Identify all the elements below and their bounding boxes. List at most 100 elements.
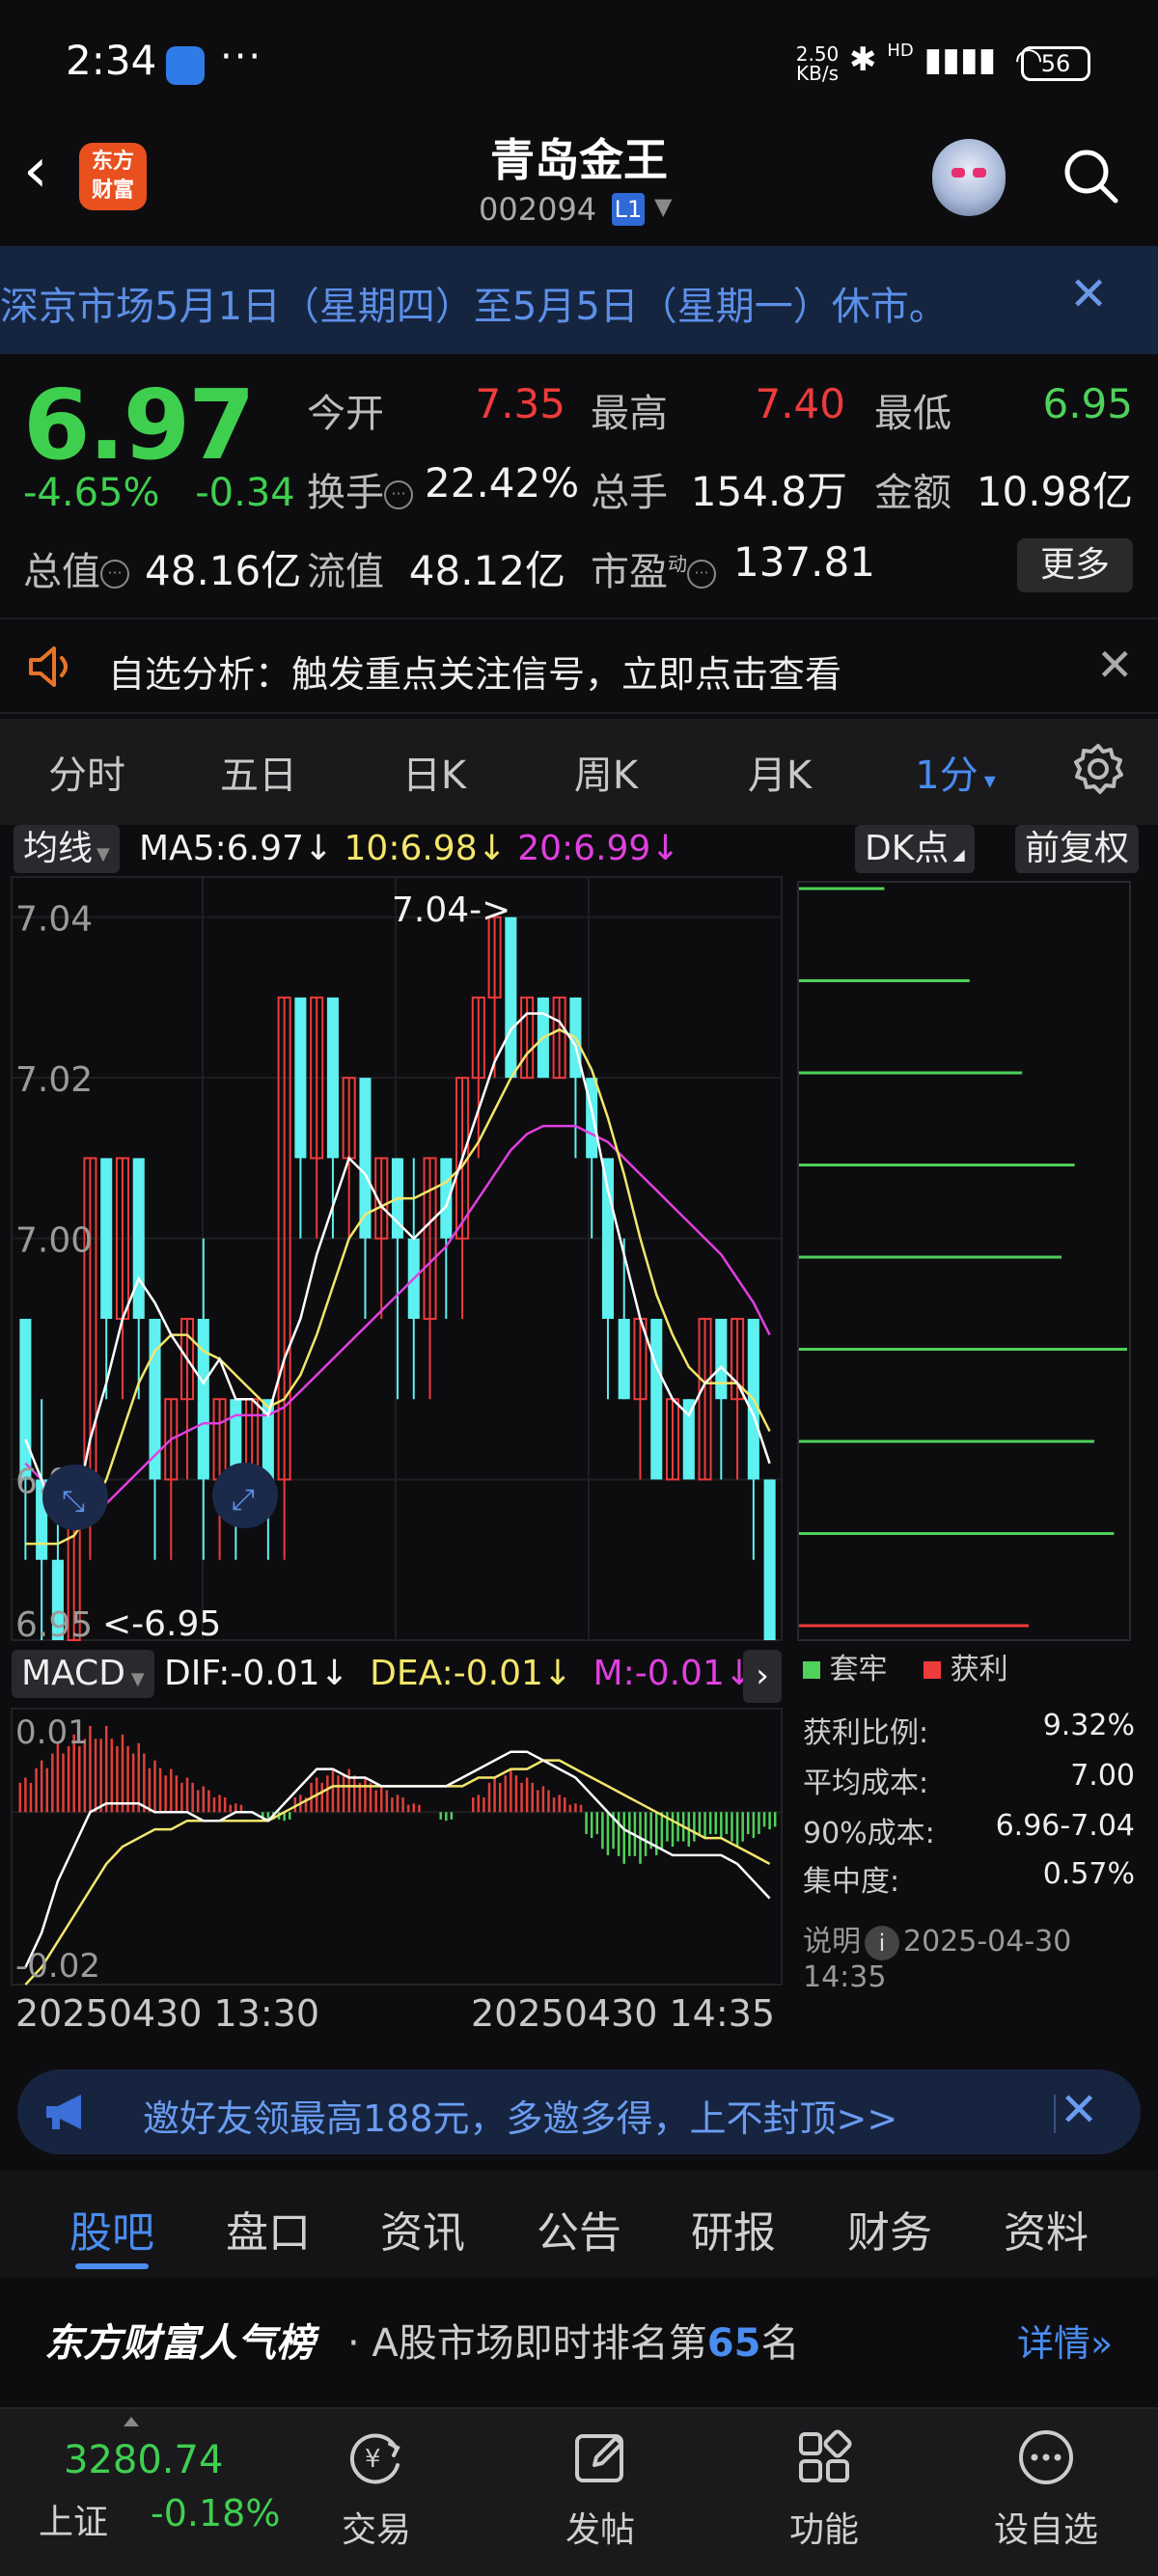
candle [650,1318,663,1480]
ma5-value: MA5:6.97↓ [139,829,334,868]
dif-line [24,1750,771,1968]
turnover-label-text: 换手 [307,471,384,515]
kline-candles [19,916,776,1642]
tab-order-book[interactable]: 盘口 [201,2198,336,2260]
more-button[interactable]: 更多 [1017,538,1133,592]
macd-chart[interactable]: 0.01 -0.02 [0,1703,791,1992]
tab-forum[interactable]: 股吧 [44,2198,179,2260]
kline-chart[interactable]: 7.047.027.006.976.957.04-><-6.95 ⤡ ⤢ [0,873,791,1645]
watchlist-analysis-bar[interactable]: 自选分析：触发重点关注信号，立即点击查看 ✕ [0,617,1158,714]
tab-profile[interactable]: 资料 [979,2198,1114,2260]
info-icon[interactable]: i [865,1926,899,1960]
level-badge[interactable]: L1 [612,193,645,226]
invite-banner[interactable]: 邀好友领最高188元，多邀多得，上不封顶>> ✕ [17,2069,1141,2154]
close-icon[interactable]: ✕ [1096,639,1134,691]
rank-prefix: · A股市场即时排名第 [347,2321,707,2366]
open-label: 今开 [307,392,384,436]
nav-trade[interactable]: ¥ 交易 [309,2426,444,2552]
expand-index-icon[interactable] [124,2417,139,2426]
tab-financials[interactable]: 财务 [822,2198,957,2260]
tab-monthly-k[interactable]: 月K [712,744,847,800]
gear-icon[interactable] [1071,742,1125,796]
turnover-label: 换手 ··· [307,461,413,517]
popularity-rank[interactable]: 东方财富人气榜 · A股市场即时排名第65名 详情» [0,2277,1158,2393]
bluetooth-icon: ✱ [849,41,877,79]
market-cap-value: 48.16亿 [145,547,302,594]
info-icon[interactable]: ··· [687,560,716,589]
candle [665,1398,680,1481]
dk-point-label: DK点 [865,829,950,868]
nav-functions[interactable]: 功能 [757,2426,892,2552]
change-percent: -4.65% [23,471,160,515]
tab-daily-k[interactable]: 日K [367,744,502,800]
close-icon[interactable]: ✕ [1069,267,1108,321]
dk-point-toggle[interactable]: DK点 ◢ [855,825,975,873]
candle [391,1158,404,1400]
candle [520,996,535,1080]
tab-intraday[interactable]: 分时 [19,744,154,800]
candle [586,1078,598,1239]
market-notice-text: 深京市场5月1日（星期四）至5月5日（星期一）休市。 [0,285,948,329]
y-tick-label: 7.00 [15,1221,93,1261]
index-value[interactable]: 3280.74 [64,2438,223,2482]
back-button[interactable]: ‹ [23,135,48,206]
search-icon[interactable] [1062,147,1119,205]
index-change[interactable]: -0.18% [151,2492,280,2535]
svg-text:¥: ¥ [365,2445,381,2474]
info-icon[interactable]: ··· [100,560,129,589]
tab-1min[interactable]: 1分 ▾ [888,744,1023,800]
dea-value: DEA:-0.01↓ [370,1654,573,1693]
more-notifications-icon: ··· [220,35,263,79]
tab-announcements[interactable]: 公告 [511,2198,647,2260]
ma20-value: 20:6.99↓ [517,829,680,868]
info-icon[interactable]: ··· [384,480,413,509]
tab-news[interactable]: 资讯 [355,2198,490,2260]
logo-line-2: 财富 [91,178,134,203]
robot-assistant-icon[interactable] [932,139,1006,216]
ma-legend-bar: 均线 ▼ MA5:6.97↓ 10:6.98↓ 20:6.99↓ DK点 ◢ 前复权 [0,825,1158,873]
turnover-value: 22.42% [425,459,580,507]
chevron-down-icon: ▼ [96,844,110,864]
note-row[interactable]: 说明 i 2025-04-30 14:35 [803,1917,1135,1994]
time-end: 20250430 14:35 [471,1992,776,2035]
close-icon[interactable]: ✕ [1060,2083,1098,2137]
candle [763,1479,776,1640]
index-name[interactable]: 上证 [39,2494,108,2544]
ma-values: MA5:6.97↓ 10:6.98↓ 20:6.99↓ [139,829,680,868]
tab-research[interactable]: 研报 [666,2198,801,2260]
macd-selector[interactable]: MACD ▼ [12,1650,154,1698]
candle-body [19,1318,32,1480]
candle-body [650,1318,663,1480]
status-time: 2:34 [66,37,157,84]
macd-values: DIF:-0.01↓ DEA:-0.01↓ M:-0.01↓ [164,1654,754,1693]
nav-add-watchlist[interactable]: 设自选 [979,2426,1114,2552]
note-label: 说明 [803,1925,861,1959]
net-speed-value: 2.50 [795,42,840,66]
invite-text: 邀好友领最高188元，多邀多得，上不封顶>> [143,2097,898,2140]
price-adjust-button[interactable]: 前复权 [1015,825,1140,873]
rank-brand: 东方财富人气榜 [44,2321,315,2366]
candle [115,1157,130,1400]
candle [423,1157,437,1400]
chevron-right-icon[interactable]: › [743,1650,782,1703]
candle-body [197,1318,209,1480]
candle [294,997,307,1239]
market-cap-label: 总值 ··· [23,540,129,596]
nav-functions-label: 功能 [788,2510,859,2550]
rank-detail-link[interactable]: 详情» [1017,2314,1113,2367]
market-notice-banner[interactable]: 深京市场5月1日（星期四）至5月5日（星期一）休市。 ✕ [0,246,1158,354]
candle [149,1318,161,1560]
profit-ratio-row: 获利比例: 9.32% [803,1709,1135,1750]
chevron-down-icon[interactable]: ▼ [654,193,672,220]
high-marker: 7.04-> [392,891,510,930]
tab-five-day[interactable]: 五日 [191,744,326,800]
change-absolute: -0.34 [195,471,295,515]
nav-post[interactable]: 发帖 [533,2426,668,2552]
tab-weekly-k[interactable]: 周K [538,744,674,800]
candle [36,1399,48,1640]
indicator-selector[interactable]: 均线 ▼ [14,825,120,873]
corner-arrow-icon: ◢ [952,845,965,863]
info-tabs: 股吧 盘口 资讯 公告 研报 财务 资料 [0,2171,1158,2277]
dif-value: DIF:-0.01↓ [164,1654,349,1693]
pe-value: 137.81 [733,538,875,586]
